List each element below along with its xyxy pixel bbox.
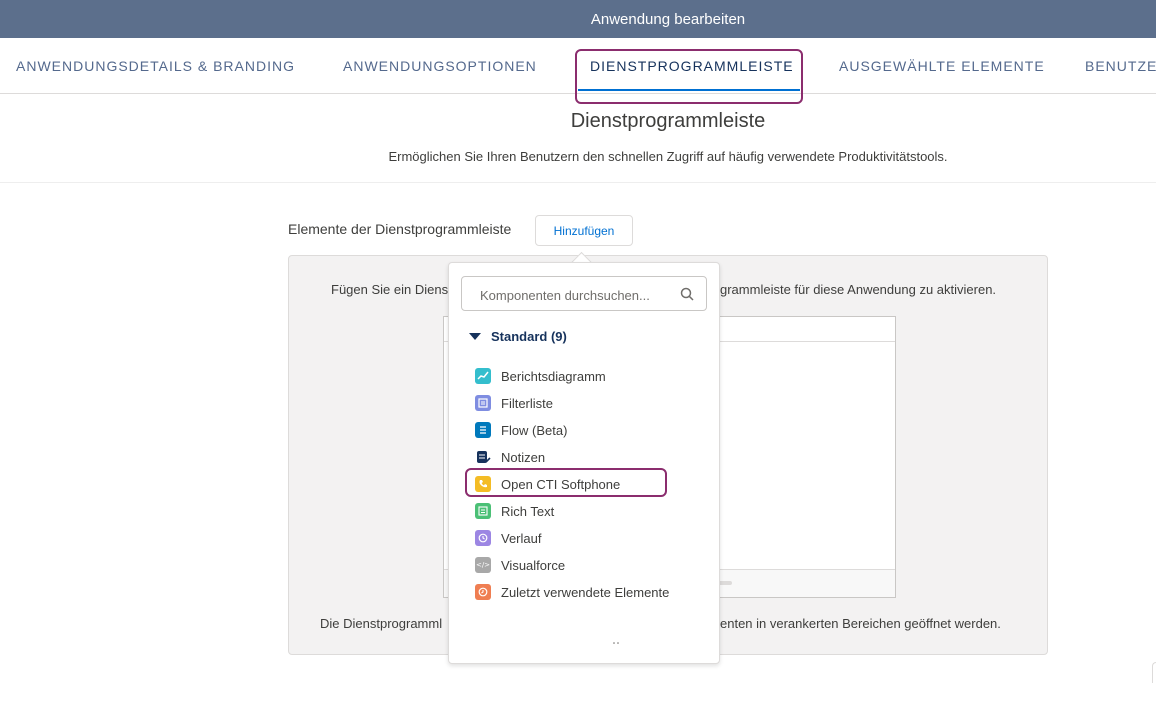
add-button[interactable]: Hinzufügen [535,215,633,246]
popover-scroll-hint [449,635,719,649]
page-subtitle: Ermöglichen Sie Ihren Benutzern den schn… [0,149,1156,164]
component-item-recent-items[interactable]: Zuletzt verwendete Elemente [475,582,669,602]
panel-instruction-right: grammleiste für diese Anwendung zu aktiv… [720,282,997,297]
chart-icon [475,368,491,384]
page-subtitle-text: Ermöglichen Sie Ihren Benutzern den schn… [388,149,948,164]
component-item-visualforce[interactable]: </> Visualforce [475,555,565,575]
search-icon[interactable] [680,287,694,301]
search-field[interactable] [461,276,707,311]
window-titlebar: Anwendung bearbeiten [0,0,1156,38]
tab-app-details-branding[interactable]: ANWENDUNGSDETAILS & BRANDING [16,38,295,93]
edge-widget [1152,662,1156,683]
notes-icon [475,449,491,465]
panel-instruction-left: Fügen Sie ein Diens [331,282,449,297]
component-picker-popover: Standard (9) Berichtsdiagramm Filterlist… [448,262,720,664]
component-label: Visualforce [501,557,566,573]
component-label: Flow (Beta) [501,422,568,438]
component-item-report-chart[interactable]: Berichtsdiagramm [475,366,606,386]
component-item-rich-text[interactable]: Rich Text [475,501,554,521]
section-standard[interactable]: Standard (9) [469,329,567,344]
filter-list-icon [475,395,491,411]
component-label: Rich Text [501,503,555,519]
component-label: Berichtsdiagramm [501,368,606,384]
component-label: Filterliste [501,395,554,411]
search-input[interactable] [478,285,672,305]
panel-note-right: enten in verankerten Bereichen geöffnet … [720,616,1001,631]
component-item-notes[interactable]: Notizen [475,447,545,467]
rich-text-icon [475,503,491,519]
component-item-history[interactable]: Verlauf [475,528,541,548]
panel-note-left: Die Dienstprogramml [320,616,443,631]
utility-items-label: Elemente der Dienstprogrammleiste [288,221,512,237]
component-item-flow[interactable]: Flow (Beta) [475,420,567,440]
component-label: Notizen [501,449,546,465]
page-title: Dienstprogrammleiste [0,110,1156,133]
component-label: Verlauf [501,530,542,546]
recent-icon [475,584,491,600]
tab-app-options[interactable]: ANWENDUNGSOPTIONEN [343,38,537,93]
section-standard-label: Standard (9) [491,329,567,344]
tab-selected-items[interactable]: AUSGEWÄHLTE ELEMENTE [839,38,1045,93]
history-icon [475,530,491,546]
component-label: Zuletzt verwendete Elemente [501,584,670,600]
more-indicator-icon [613,642,619,644]
header-divider [0,182,1156,183]
component-item-filter-list[interactable]: Filterliste [475,393,553,413]
page-title-text: Dienstprogrammleiste [570,110,766,132]
visualforce-icon: </> [475,557,491,573]
tab-highlight-box [575,49,803,104]
item-highlight-box [465,468,667,497]
flow-icon [475,422,491,438]
chevron-down-icon [469,333,481,340]
tab-users[interactable]: BENUTZER [1085,38,1156,93]
window-title: Anwendung bearbeiten [590,10,746,28]
